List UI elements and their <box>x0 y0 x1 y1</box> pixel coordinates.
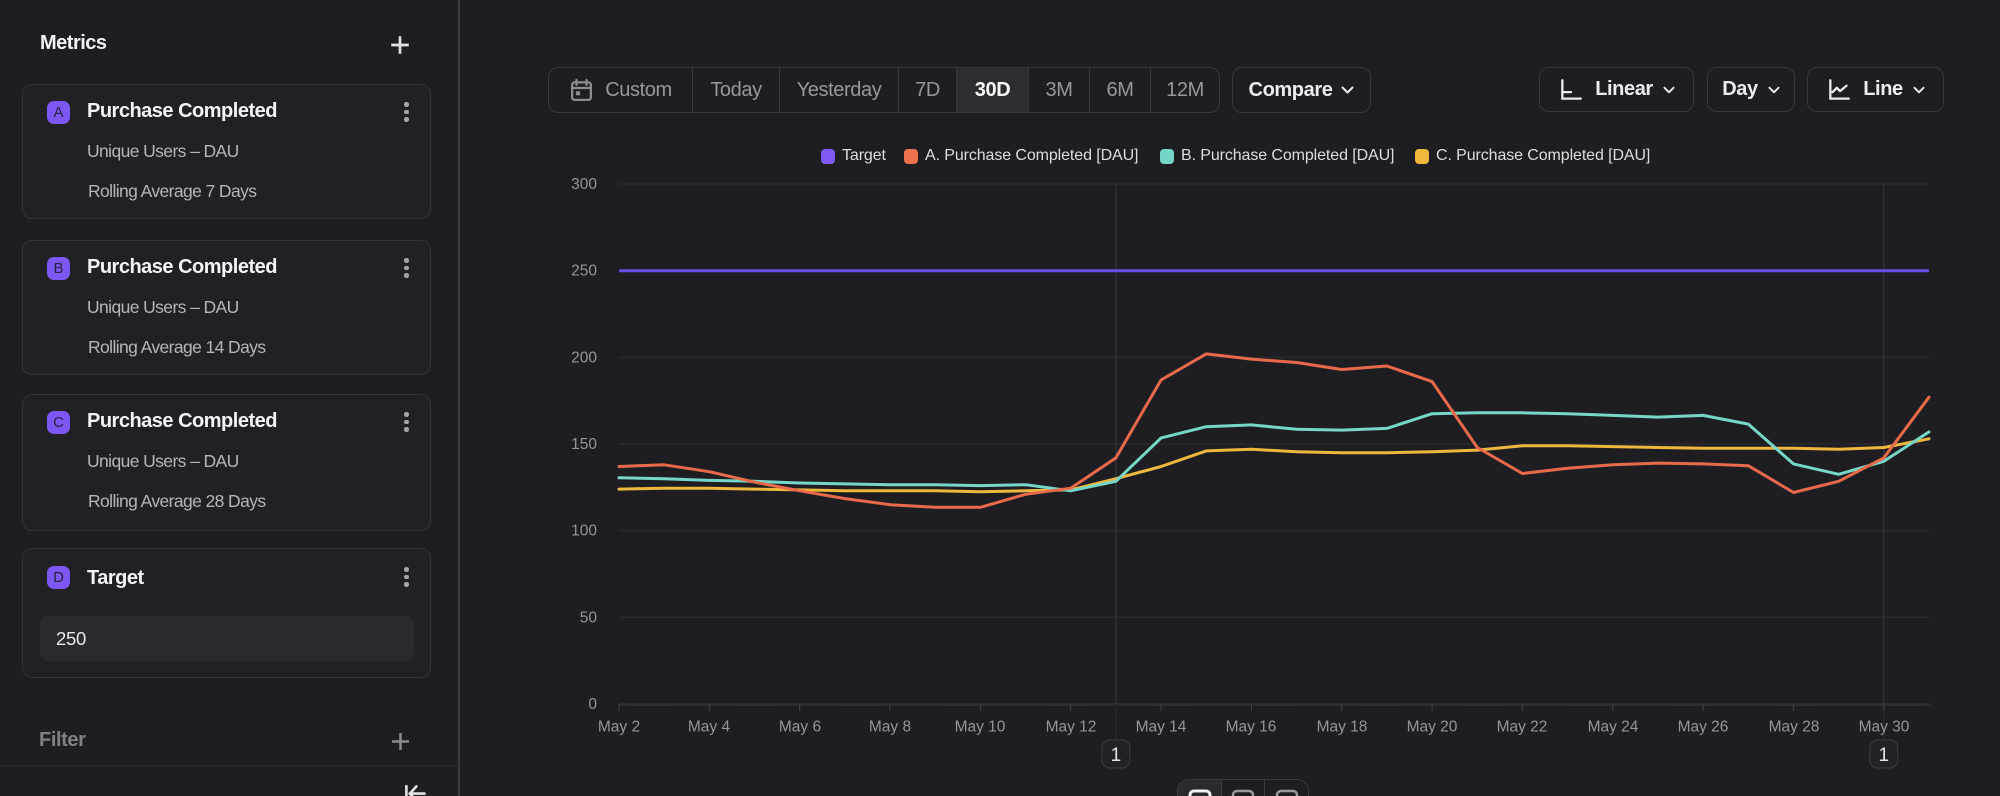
svg-text:100: 100 <box>571 523 597 540</box>
svg-text:May 22: May 22 <box>1497 719 1548 736</box>
svg-text:200: 200 <box>571 349 597 366</box>
svg-text:May 10: May 10 <box>955 719 1006 736</box>
svg-text:May 12: May 12 <box>1046 719 1097 736</box>
svg-text:1: 1 <box>1111 745 1122 766</box>
svg-text:May 8: May 8 <box>869 719 911 736</box>
svg-text:0: 0 <box>588 696 597 713</box>
svg-text:May 20: May 20 <box>1407 719 1458 736</box>
svg-text:150: 150 <box>571 436 597 453</box>
svg-text:May 16: May 16 <box>1226 719 1277 736</box>
svg-text:50: 50 <box>580 609 598 626</box>
svg-text:May 26: May 26 <box>1678 719 1729 736</box>
svg-text:250: 250 <box>571 263 597 280</box>
svg-text:May 24: May 24 <box>1588 719 1639 736</box>
svg-text:May 4: May 4 <box>688 719 731 736</box>
svg-text:May 14: May 14 <box>1136 719 1187 736</box>
svg-text:1: 1 <box>1879 745 1890 766</box>
svg-text:May 6: May 6 <box>779 719 821 736</box>
svg-text:May 28: May 28 <box>1769 719 1820 736</box>
svg-text:May 2: May 2 <box>598 719 640 736</box>
svg-text:May 30: May 30 <box>1859 719 1910 736</box>
svg-text:May 18: May 18 <box>1317 719 1368 736</box>
svg-text:300: 300 <box>571 176 597 193</box>
